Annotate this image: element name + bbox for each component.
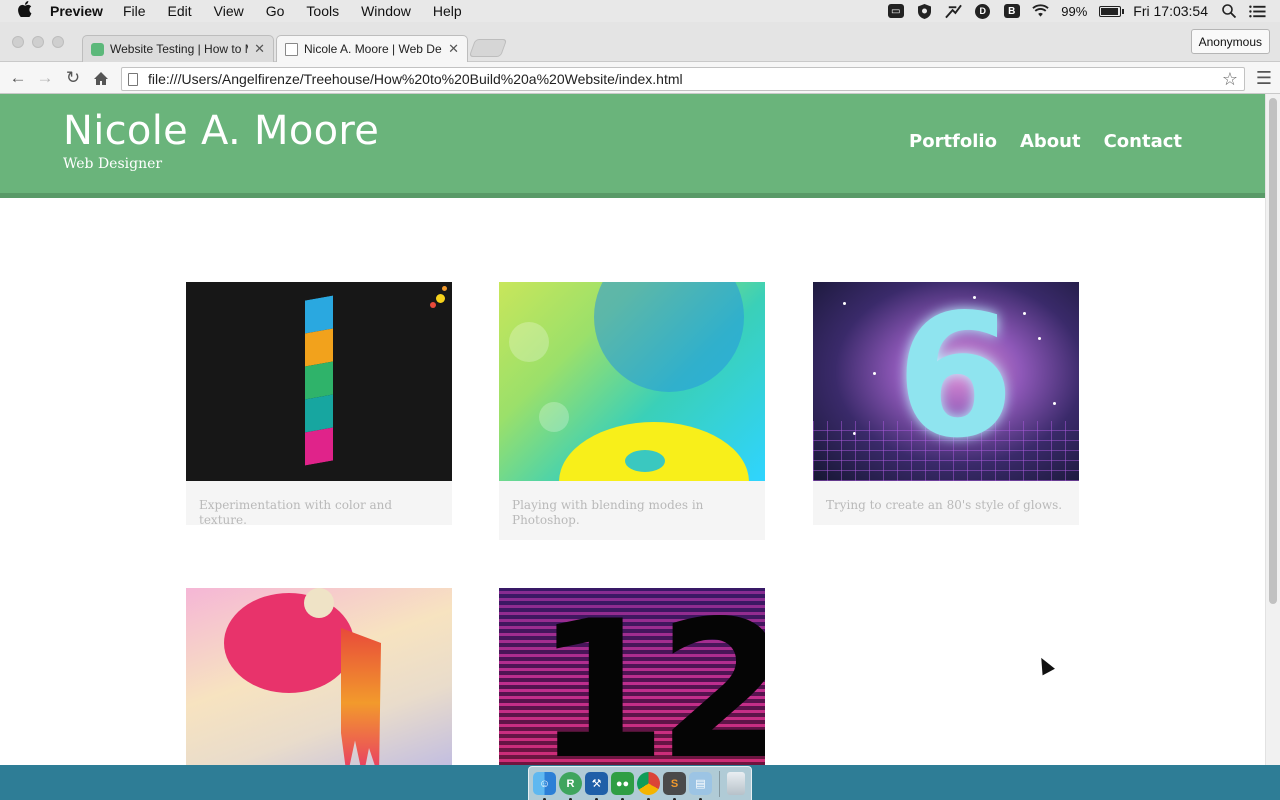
menu-bar: Preview File Edit View Go Tools Window H…	[0, 0, 1280, 22]
gallery-item[interactable]: 12	[499, 588, 765, 765]
new-tab-button[interactable]	[468, 39, 508, 57]
finder-icon[interactable]: ☺	[533, 772, 556, 800]
star	[1053, 402, 1056, 405]
shield-icon[interactable]	[916, 3, 933, 19]
close-tab-icon[interactable]: ✕	[254, 41, 265, 57]
site-subtitle: Web Designer	[63, 156, 163, 172]
xcode-icon[interactable]: ⚒	[585, 772, 608, 800]
star	[1023, 312, 1026, 315]
star	[1038, 337, 1041, 340]
forward-arrow-icon[interactable]: →	[35, 68, 55, 88]
trash-icon[interactable]	[727, 772, 745, 795]
back-arrow-icon[interactable]: ←	[8, 68, 28, 88]
profile-button[interactable]: Anonymous	[1190, 29, 1270, 54]
site-nav: Portfolio About Contact	[909, 131, 1182, 152]
bokeh-circle	[539, 402, 569, 432]
battery-icon[interactable]	[1099, 5, 1125, 17]
app-name-menu[interactable]: Preview	[50, 3, 103, 19]
color-stripes	[305, 295, 333, 466]
gallery-item[interactable]: Playing with blending modes in Photoshop…	[499, 282, 765, 540]
tab-nicole-moore[interactable]: Nicole A. Moore | Web Desig ✕	[276, 35, 468, 62]
page-viewport: Nicole A. Moore Web Designer Portfolio A…	[0, 94, 1265, 765]
go-menu[interactable]: Go	[266, 3, 285, 19]
preview-icon[interactable]: ▤	[689, 772, 712, 800]
sublime-text-icon[interactable]: S	[663, 772, 686, 800]
paint-splatter	[436, 294, 445, 303]
star	[843, 302, 846, 305]
nav-portfolio-link[interactable]: Portfolio	[909, 131, 997, 152]
wifi-icon[interactable]	[1032, 4, 1049, 19]
nav-about-link[interactable]: About	[1020, 131, 1081, 152]
numeral-6-glow-image[interactable]: 6	[813, 282, 1079, 481]
dock: ☺ R ⚒ ●● S ▤	[528, 766, 752, 800]
battery-fill	[1101, 7, 1119, 15]
chrome-icon[interactable]	[637, 772, 660, 800]
apple-menu-icon[interactable]	[18, 1, 40, 21]
gallery-caption: Playing with blending modes in Photoshop…	[512, 498, 704, 527]
numeral-2-gradient-image[interactable]	[499, 282, 765, 481]
status-tray: ▭ D B 99% Fri 17:03:54	[887, 0, 1266, 22]
roboform-icon[interactable]: ●●	[611, 772, 634, 800]
pink-circle	[224, 593, 354, 693]
teal-shape	[625, 450, 665, 472]
gallery-item[interactable]: Experimentation with color and texture.	[186, 282, 452, 527]
paint-splatter	[442, 286, 447, 291]
numeral-1-stripes-image[interactable]	[186, 282, 452, 481]
address-bar[interactable]: file:///Users/Angelfirenze/Treehouse/How…	[121, 67, 1245, 91]
page-scrollbar[interactable]	[1265, 94, 1280, 765]
reeder-icon[interactable]: R	[559, 772, 582, 800]
close-window-button[interactable]	[12, 36, 24, 48]
url-text[interactable]: file:///Users/Angelfirenze/Treehouse/How…	[148, 71, 683, 87]
gallery-item[interactable]: 6 Trying to create an 80's style of glow…	[813, 282, 1079, 525]
window-menu[interactable]: Window	[361, 3, 411, 19]
caption-icon[interactable]: ▭	[887, 4, 904, 19]
battery-percent: 99%	[1061, 3, 1088, 19]
notification-center-icon[interactable]	[1249, 4, 1266, 19]
browser-menu-icon[interactable]: ☰	[1256, 68, 1272, 89]
page-icon	[128, 72, 138, 86]
document-favicon-icon	[285, 42, 298, 56]
nav-contact-link[interactable]: Contact	[1104, 131, 1182, 152]
gallery-caption: Trying to create an 80's style of glows.	[826, 498, 1063, 512]
cream-circle	[304, 588, 334, 618]
reload-icon[interactable]: ↻	[63, 68, 83, 88]
tab-website-testing[interactable]: Website Testing | How to Ma ✕	[82, 35, 274, 62]
tab-title: Website Testing | How to Ma	[110, 42, 249, 56]
edit-menu[interactable]: Edit	[168, 3, 192, 19]
network-tool-icon[interactable]	[945, 4, 963, 19]
site-title[interactable]: Nicole A. Moore	[63, 108, 379, 154]
close-tab-icon[interactable]: ✕	[448, 41, 459, 57]
blue-shape	[594, 282, 744, 392]
home-icon[interactable]	[91, 68, 111, 88]
b-app-icon[interactable]: B	[1003, 4, 1020, 19]
gallery-item[interactable]	[186, 588, 452, 765]
spotlight-icon[interactable]	[1220, 4, 1237, 19]
gallery-caption: Experimentation with color and texture.	[199, 498, 393, 527]
star	[873, 372, 876, 375]
numeral-12-lines-image[interactable]: 12	[499, 588, 765, 765]
treehouse-favicon-icon	[91, 42, 104, 56]
disk-icon[interactable]: D	[974, 3, 991, 19]
file-menu[interactable]: File	[123, 3, 146, 19]
bokeh-circle	[509, 322, 549, 362]
bookmark-star-icon[interactable]: ☆	[1222, 69, 1238, 90]
tab-title: Nicole A. Moore | Web Desig	[304, 42, 443, 56]
tab-strip: Website Testing | How to Ma ✕ Nicole A. …	[0, 22, 1280, 62]
help-menu[interactable]: Help	[433, 3, 462, 19]
zoom-window-button[interactable]	[52, 36, 64, 48]
browser-window: Website Testing | How to Ma ✕ Nicole A. …	[0, 22, 1280, 765]
paint-drip	[341, 628, 381, 765]
numeral-six: 6	[896, 282, 1015, 476]
numeral-9-drip-image[interactable]	[186, 588, 452, 765]
paint-splatter	[430, 302, 436, 308]
tools-menu[interactable]: Tools	[306, 3, 339, 19]
browser-toolbar: ← → ↻ file:///Users/Angelfirenze/Treehou…	[0, 62, 1280, 94]
numeral-twelve: 12	[535, 588, 765, 766]
minimize-window-button[interactable]	[32, 36, 44, 48]
clock[interactable]: Fri 17:03:54	[1133, 3, 1208, 19]
view-menu[interactable]: View	[214, 3, 244, 19]
dock-separator	[719, 770, 720, 797]
scrollbar-thumb[interactable]	[1269, 98, 1277, 604]
site-header: Nicole A. Moore Web Designer Portfolio A…	[0, 94, 1265, 198]
